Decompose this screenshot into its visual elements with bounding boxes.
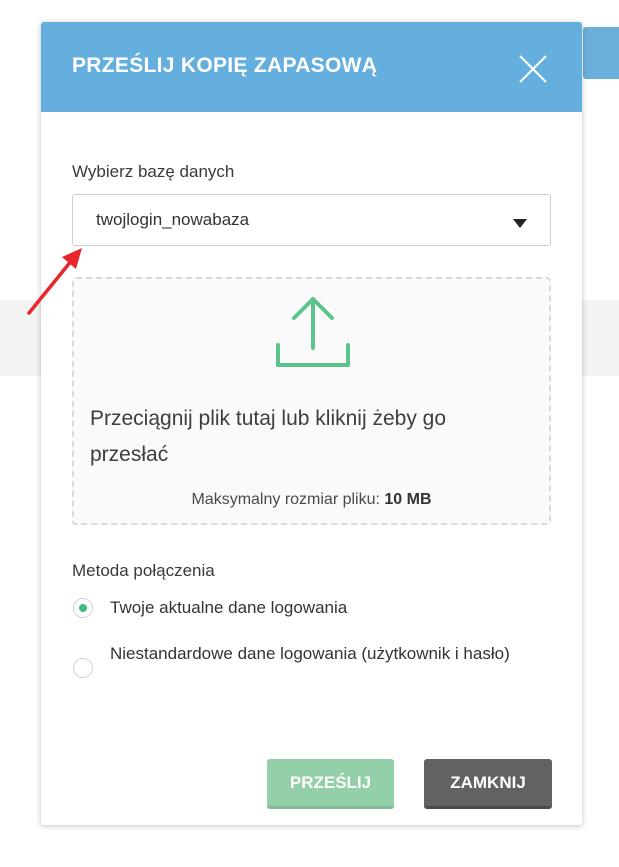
max-size-label: Maksymalny rozmiar pliku: [191, 491, 380, 508]
radio-current-credentials-label[interactable]: Twoje aktualne dane logowania [110, 593, 347, 623]
radio-custom-credentials-label[interactable]: Niestandardowe dane logowania (użytkowni… [110, 639, 530, 669]
dropzone-text: Przeciągnij plik tutaj lub kliknij żeby … [90, 407, 447, 466]
annotation-arrow-icon [27, 248, 82, 315]
radio-current-credentials[interactable] [73, 598, 93, 618]
upload-icon [274, 295, 352, 371]
upload-backup-modal: PRZEŚLIJ KOPIĘ ZAPASOWĄ Wybierz bazę dan… [41, 22, 582, 825]
modal-title: PRZEŚLIJ KOPIĘ ZAPASOWĄ [72, 54, 378, 77]
database-label: Wybierz bazę danych [72, 162, 235, 181]
file-dropzone[interactable]: Przeciągnij plik tutaj lub kliknij żeby … [72, 277, 551, 525]
database-select-value: twojlogin_nowabaza [96, 210, 250, 229]
radio-selected-dot [79, 604, 87, 612]
close-button[interactable]: ZAMKNIJ [424, 759, 552, 809]
database-select[interactable]: twojlogin_nowabaza [72, 194, 551, 246]
caret-down-icon [513, 215, 527, 228]
send-button[interactable]: PRZEŚLIJ [267, 759, 394, 809]
close-icon[interactable] [517, 53, 549, 85]
connection-method-label: Metoda połączenia [72, 561, 215, 580]
modal-header: PRZEŚLIJ KOPIĘ ZAPASOWĄ [41, 22, 582, 112]
background-button [583, 27, 619, 79]
max-size-value: 10 MB [384, 491, 432, 508]
radio-custom-credentials[interactable] [73, 658, 93, 678]
max-file-size: Maksymalny rozmiar pliku: 10 MB [74, 491, 549, 509]
